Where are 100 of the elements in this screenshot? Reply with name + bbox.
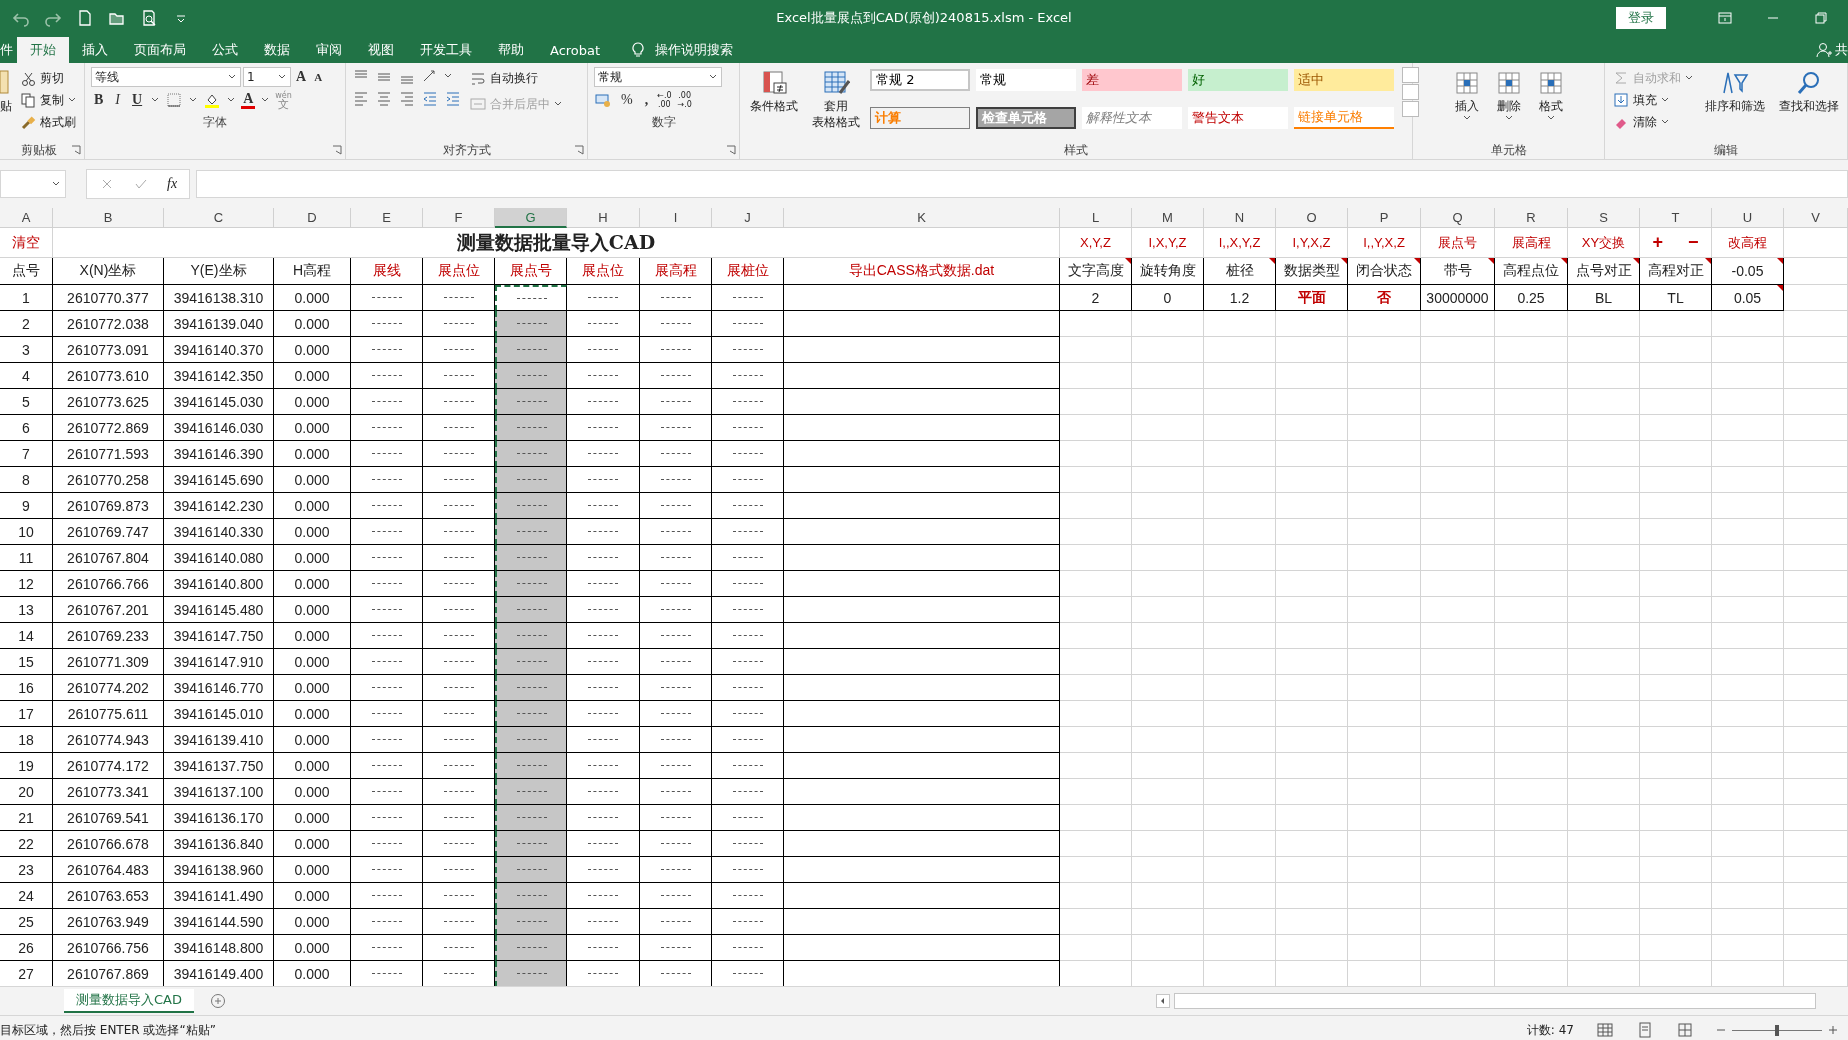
fill-down-icon[interactable]: [1613, 92, 1629, 108]
column-header[interactable]: V: [1784, 208, 1848, 228]
sign-in-button[interactable]: 登录: [1616, 7, 1666, 29]
macro-button[interactable]: X,Y,Z: [1074, 235, 1117, 250]
column-header[interactable]: K: [784, 208, 1060, 228]
clear-button[interactable]: 清空: [12, 233, 40, 252]
normal-view-icon[interactable]: [1596, 1021, 1614, 1039]
shrink-font-button[interactable]: A: [311, 71, 326, 83]
comment-marker[interactable]: [1777, 285, 1783, 291]
macro-button[interactable]: +: [1644, 232, 1671, 253]
caret-icon[interactable]: [151, 97, 160, 103]
horizontal-scrollbar[interactable]: [1174, 993, 1816, 1009]
grow-font-button[interactable]: A: [293, 69, 310, 85]
share-button[interactable]: 共: [1835, 41, 1848, 59]
caret-icon[interactable]: [51, 181, 61, 187]
caret-icon[interactable]: [227, 97, 236, 103]
comment-marker[interactable]: [1269, 258, 1275, 264]
copy-icon[interactable]: [20, 92, 36, 108]
add-sheet-icon[interactable]: [210, 993, 226, 1009]
paintbrush-icon[interactable]: [20, 114, 36, 130]
ribbon-tab[interactable]: 审阅: [303, 37, 355, 63]
cell-style[interactable]: 警告文本: [1188, 106, 1289, 129]
dialog-launcher-icon[interactable]: [71, 145, 81, 155]
sort-filter-button[interactable]: 排序和筛选: [1701, 67, 1769, 141]
bold-button[interactable]: B: [91, 92, 107, 108]
ribbon-tab[interactable]: 公式: [199, 37, 251, 63]
page-break-icon[interactable]: [1676, 1021, 1694, 1039]
sheet-tab[interactable]: 测量数据导入CAD: [64, 989, 194, 1013]
scroll-left-icon[interactable]: [1156, 994, 1170, 1008]
comma-button[interactable]: ,: [641, 92, 652, 108]
column-header[interactable]: P: [1348, 208, 1421, 228]
ribbon-display-icon[interactable]: [1716, 9, 1734, 27]
scissors-icon[interactable]: [20, 70, 36, 86]
paste-button[interactable]: 贴: [0, 99, 12, 113]
comment-marker[interactable]: [1341, 258, 1347, 264]
macro-button[interactable]: 展高程: [1505, 233, 1557, 252]
conditional-format-button[interactable]: 条件格式: [746, 67, 803, 141]
tell-me-search[interactable]: 操作说明搜索: [655, 41, 734, 59]
column-header[interactable]: F: [423, 208, 495, 228]
column-header[interactable]: B: [53, 208, 164, 228]
cells-button[interactable]: 删除: [1490, 67, 1527, 141]
zoom-in-icon[interactable]: [1828, 1025, 1838, 1035]
caret-icon[interactable]: [68, 97, 76, 103]
caret-icon[interactable]: [1546, 115, 1555, 121]
macro-button[interactable]: I,X,Y,Z: [1142, 235, 1193, 250]
cells-button[interactable]: 格式: [1532, 67, 1569, 141]
comment-marker[interactable]: [1414, 258, 1420, 264]
comment-marker[interactable]: [1705, 258, 1711, 264]
person-icon[interactable]: [1815, 41, 1833, 59]
caret-icon[interactable]: [277, 74, 287, 80]
underline-button[interactable]: U: [129, 92, 146, 108]
column-header[interactable]: I: [640, 208, 712, 228]
caret-icon[interactable]: [1661, 97, 1669, 103]
macro-button[interactable]: I,,Y,X,Z: [1357, 235, 1411, 250]
ribbon-tab[interactable]: 件: [0, 37, 17, 63]
wrap-text-button[interactable]: 自动换行: [468, 67, 565, 89]
column-header[interactable]: H: [567, 208, 640, 228]
decrease-decimal-button[interactable]: .00 →.0: [677, 91, 692, 109]
macro-button[interactable]: −: [1680, 232, 1707, 253]
column-header[interactable]: J: [712, 208, 784, 228]
ribbon-tab[interactable]: 视图: [355, 37, 407, 63]
cells-button[interactable]: 插入: [1448, 67, 1485, 141]
cell-style[interactable]: 常规: [976, 69, 1077, 91]
column-header[interactable]: A: [0, 208, 53, 228]
ribbon-tab[interactable]: 页面布局: [121, 37, 199, 63]
caret-icon[interactable]: [444, 73, 453, 79]
find-select-button[interactable]: 查找和选择: [1775, 67, 1843, 141]
column-header[interactable]: D: [274, 208, 351, 228]
number-format-field[interactable]: 常规: [594, 67, 722, 87]
comment-marker[interactable]: [1633, 258, 1639, 264]
cut-button[interactable]: 剪切: [18, 67, 78, 89]
cell-style[interactable]: 常规 2: [870, 69, 971, 91]
ribbon-tab[interactable]: 数据: [251, 37, 303, 63]
conditional-format-icon[interactable]: [760, 69, 789, 97]
ribbon-tab[interactable]: 帮助: [485, 37, 537, 63]
percent-button[interactable]: %: [618, 92, 636, 108]
column-header[interactable]: R: [1495, 208, 1568, 228]
cell-style[interactable]: 差: [1082, 69, 1183, 91]
column-header[interactable]: O: [1276, 208, 1348, 228]
dialog-launcher-icon[interactable]: [574, 145, 584, 155]
dialog-launcher-icon[interactable]: [726, 145, 737, 155]
caret-icon[interactable]: [708, 74, 718, 80]
ribbon-tab[interactable]: 开发工具: [407, 37, 485, 63]
comment-marker[interactable]: [1125, 258, 1131, 264]
macro-button[interactable]: I,,X,Y,Z: [1212, 235, 1267, 250]
comment-marker[interactable]: [1488, 258, 1494, 264]
column-header[interactable]: G: [495, 208, 567, 228]
caret-icon[interactable]: [1462, 115, 1471, 121]
column-header[interactable]: U: [1712, 208, 1784, 228]
column-header[interactable]: T: [1640, 208, 1712, 228]
caret-icon[interactable]: [1661, 119, 1669, 125]
italic-button[interactable]: I: [112, 92, 123, 108]
cell-style[interactable]: 适中: [1294, 69, 1395, 91]
column-header[interactable]: N: [1204, 208, 1276, 228]
column-header[interactable]: L: [1060, 208, 1132, 228]
macro-button[interactable]: I,Y,X,Z: [1286, 235, 1337, 250]
cell-style[interactable]: 解释性文本: [1082, 106, 1183, 129]
column-header[interactable]: E: [351, 208, 423, 228]
dialog-launcher-icon[interactable]: [332, 145, 343, 155]
wrap-text-icon[interactable]: [470, 70, 487, 86]
